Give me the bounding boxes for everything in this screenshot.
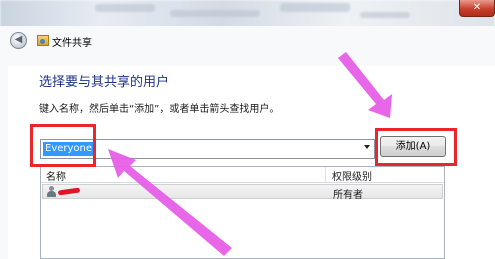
arrow-to-everyone-field xyxy=(108,149,232,256)
annotation-arrows xyxy=(108,52,392,256)
arrow-to-add-button xyxy=(338,52,392,118)
